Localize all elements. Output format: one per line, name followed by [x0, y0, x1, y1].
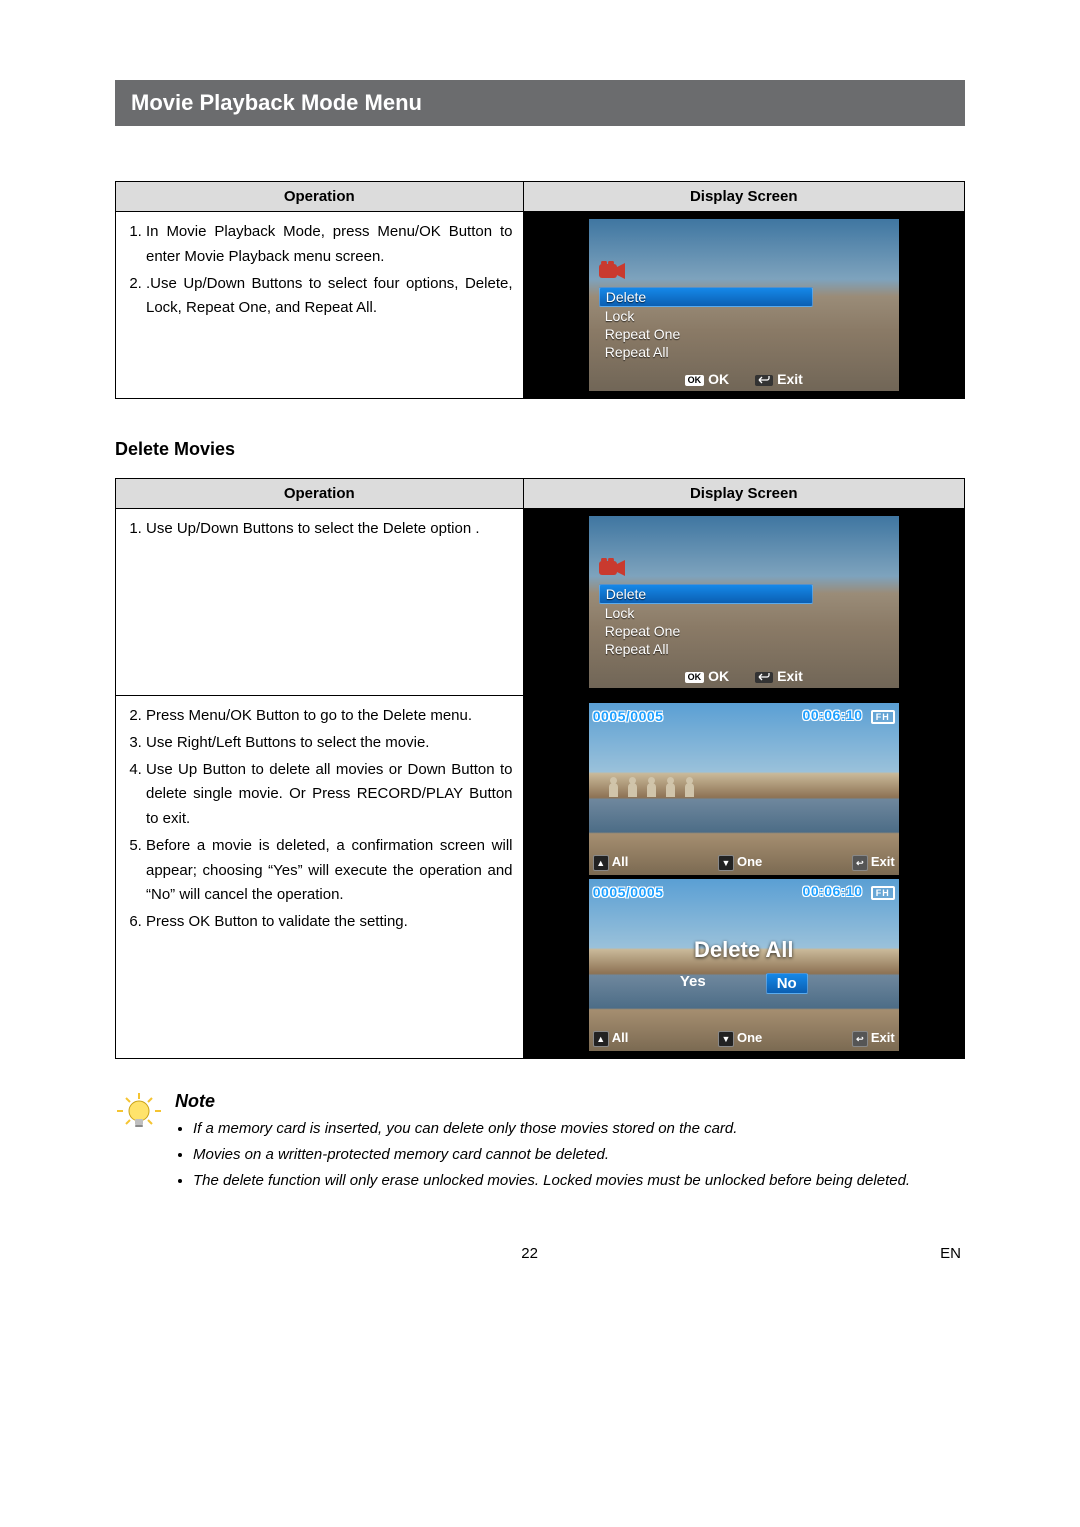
page-title: Movie Playback Mode Menu: [115, 80, 965, 126]
up-arrow-icon: ▲: [593, 855, 609, 871]
menu-item-repeat-one: Repeat One: [599, 622, 811, 640]
camera-menu-screen: Delete Lock Repeat One Repeat All OKOK E…: [589, 516, 899, 688]
step-text: Use Up/Down Buttons to select the Delete…: [146, 517, 513, 542]
step-text: In Movie Playback Mode, press Menu/OK Bu…: [146, 220, 513, 270]
return-icon: [755, 672, 773, 683]
exit-hint: Exit: [755, 371, 803, 387]
clip-time: 00:06:10: [803, 707, 863, 723]
step-text: Press OK Button to validate the setting.: [146, 910, 513, 935]
operation-cell: Press Menu/OK Button to go to the Delete…: [116, 696, 524, 1059]
operation-cell: Use Up/Down Buttons to select the Delete…: [116, 509, 524, 696]
down-arrow-icon: ▼: [718, 855, 734, 871]
note-item: Movies on a written-protected memory car…: [193, 1144, 910, 1166]
delete-all-label: Delete All: [589, 937, 899, 963]
return-icon: [755, 375, 773, 386]
col-operation: Operation: [116, 182, 524, 212]
col-display: Display Screen: [523, 182, 964, 212]
step-text: Before a movie is deleted, a confirmatio…: [146, 834, 513, 908]
document-page: Movie Playback Mode Menu Operation Displ…: [0, 0, 1080, 1302]
menu-item-repeat-all: Repeat All: [599, 343, 811, 361]
menu-item-delete: Delete: [599, 287, 813, 307]
page-lang: EN: [940, 1245, 961, 1262]
display-cell: Delete Lock Repeat One Repeat All OKOK E…: [523, 212, 964, 399]
camera-delete-screen: 0005/0005 00:06:10 FH ▲All ▼One ↩Exit: [589, 703, 899, 875]
clip-time: 00:06:10: [803, 883, 863, 899]
movie-mode-icon: [599, 558, 627, 578]
up-arrow-icon: ▲: [593, 1031, 609, 1047]
operation-table-1: Operation Display Screen In Movie Playba…: [115, 181, 965, 399]
menu-item-repeat-one: Repeat One: [599, 325, 811, 343]
operation-cell: In Movie Playback Mode, press Menu/OK Bu…: [116, 212, 524, 399]
lightbulb-icon: [115, 1089, 163, 1141]
menu-item-repeat-all: Repeat All: [599, 640, 811, 658]
step-text: Press Menu/OK Button to go to the Delete…: [146, 704, 513, 729]
one-hint: ▼One: [718, 1030, 762, 1047]
exit-hint: Exit: [755, 668, 803, 684]
display-cell: 0005/0005 00:06:10 FH ▲All ▼One ↩Exit: [523, 696, 964, 1059]
one-hint: ▼One: [718, 854, 762, 871]
return-icon: ↩: [852, 1031, 868, 1047]
step-text: .Use Up/Down Buttons to select four opti…: [146, 272, 513, 322]
page-number: 22: [119, 1245, 940, 1262]
ok-hint: OKOK: [685, 668, 730, 684]
all-hint: ▲All: [593, 1030, 629, 1047]
step-text: Use Up Button to delete all movies or Do…: [146, 758, 513, 832]
menu-item-lock: Lock: [599, 307, 811, 325]
menu-item-delete: Delete: [599, 584, 813, 604]
ok-badge-icon: OK: [685, 375, 705, 386]
clip-counter: 0005/0005: [593, 708, 664, 724]
camera-delete-confirm-screen: 0005/0005 00:06:10 FH Delete All Yes No …: [589, 879, 899, 1051]
step-text: Use Right/Left Buttons to select the mov…: [146, 731, 513, 756]
operation-table-2: Operation Display Screen Use Up/Down But…: [115, 478, 965, 1059]
ok-badge-icon: OK: [685, 672, 705, 683]
camera-menu-screen: Delete Lock Repeat One Repeat All OKOK E…: [589, 219, 899, 391]
exit-hint: ↩Exit: [852, 854, 895, 871]
note-heading: Note: [175, 1091, 910, 1112]
col-operation: Operation: [116, 479, 524, 509]
note-content: Note If a memory card is inserted, you c…: [175, 1089, 910, 1195]
menu-item-lock: Lock: [599, 604, 811, 622]
note-block: Note If a memory card is inserted, you c…: [115, 1089, 965, 1195]
section-heading-delete: Delete Movies: [115, 439, 965, 460]
col-display: Display Screen: [523, 479, 964, 509]
note-item: If a memory card is inserted, you can de…: [193, 1118, 910, 1140]
all-hint: ▲All: [593, 854, 629, 871]
return-icon: ↩: [852, 855, 868, 871]
display-cell: Delete Lock Repeat One Repeat All OKOK E…: [523, 509, 964, 696]
down-arrow-icon: ▼: [718, 1031, 734, 1047]
resolution-badge: FH: [871, 886, 895, 900]
confirm-yes: Yes: [680, 973, 706, 994]
ok-hint: OKOK: [685, 371, 730, 387]
exit-hint: ↩Exit: [852, 1030, 895, 1047]
confirm-no: No: [766, 973, 808, 994]
movie-mode-icon: [599, 261, 627, 281]
scene-people: [609, 783, 694, 797]
resolution-badge: FH: [871, 710, 895, 724]
note-item: The delete function will only erase unlo…: [193, 1170, 910, 1192]
clip-counter: 0005/0005: [593, 884, 664, 900]
page-footer: 22 EN: [115, 1245, 965, 1262]
